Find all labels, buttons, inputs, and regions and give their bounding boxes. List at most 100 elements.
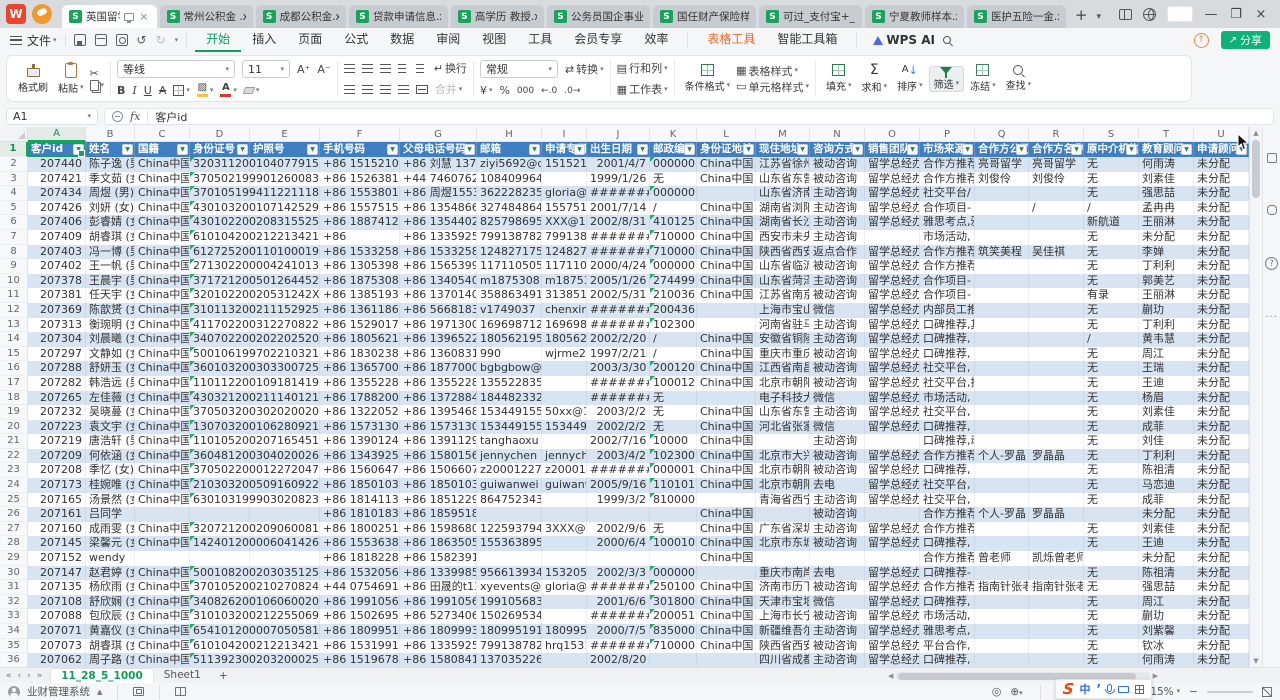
cell-B31[interactable]: 杨欣雨 (女 (86, 580, 135, 595)
cell-M7[interactable]: 西安市未央 (756, 230, 810, 245)
row-header-8[interactable]: 8 (0, 245, 28, 260)
header-cell-H1[interactable]: 邮箱▼ (477, 142, 542, 157)
cell-C3[interactable]: China中国 (135, 172, 190, 187)
cell-P30[interactable]: 口碑推荐- (920, 566, 975, 581)
scroll-right-icon[interactable]: ▶ (1153, 672, 1158, 680)
cell-H18[interactable]: 18448233200000@qq (477, 391, 542, 406)
cell-C13[interactable]: China中国 (135, 318, 190, 333)
cell-S17[interactable]: 无 (1084, 376, 1139, 391)
cell-P11[interactable]: 合作项目- (920, 288, 975, 303)
cell-R14[interactable] (1029, 332, 1084, 347)
cell-T15[interactable]: 周江 (1139, 347, 1194, 362)
cell-L10[interactable]: China中国 (697, 274, 756, 289)
cell-S12[interactable]: 无 (1084, 303, 1139, 318)
cell-H30[interactable]: 956613934 (477, 566, 542, 581)
cell-Q28[interactable] (975, 536, 1029, 551)
cell-Q8[interactable]: 筑笑美程 (975, 245, 1029, 260)
cell-T10[interactable]: 郭美艺 (1139, 274, 1194, 289)
cell-S3[interactable]: 无 (1084, 172, 1139, 187)
status-tool-icon[interactable] (133, 687, 144, 696)
cell-K10[interactable]: 274499 (650, 274, 697, 289)
cell-L32[interactable]: China中国 (697, 595, 756, 610)
cell-S2[interactable]: 无 (1084, 157, 1139, 172)
cell-I7[interactable]: 799138782 (542, 230, 587, 245)
cell-S19[interactable]: 无 (1084, 405, 1139, 420)
menu-tab-工具[interactable]: 工具 (517, 28, 563, 52)
cell-L3[interactable]: China中国 (697, 172, 756, 187)
cell-Q19[interactable] (975, 405, 1029, 420)
cell-L25[interactable] (697, 493, 756, 508)
cell-I5[interactable]: 155751588 (542, 201, 587, 216)
cell-N18[interactable]: 微信 (810, 391, 865, 406)
cell-Q22[interactable]: 个人-罗晶 (975, 449, 1029, 464)
cell-N30[interactable]: 去电 (810, 566, 865, 581)
filter-dropdown-icon[interactable]: ▼ (237, 144, 248, 155)
filter-dropdown-icon[interactable]: ▼ (122, 144, 133, 155)
cell-U14[interactable]: 未分配 (1194, 332, 1249, 347)
cell-G18[interactable]: +86 1372884680 (400, 391, 477, 406)
cell-U27[interactable]: 未分配 (1194, 522, 1249, 537)
cell-P19[interactable]: 社交平台, (920, 405, 975, 420)
first-sheet-icon[interactable]: « (6, 671, 12, 681)
cell-P12[interactable]: 内部员工推荐 (920, 303, 975, 318)
cell-G12[interactable]: +86 56681836 (400, 303, 477, 318)
cell-L11[interactable]: China中国 (697, 288, 756, 303)
cell-D28[interactable]: 142401200006041426 (190, 536, 250, 551)
cell-B13[interactable]: 衡琬明 (女 (86, 318, 135, 333)
cell-Q34[interactable] (975, 624, 1029, 639)
cell-F6[interactable]: +86 18874129 (320, 215, 400, 230)
cell-T7[interactable]: 未分配 (1139, 230, 1194, 245)
cell-B35[interactable]: 胡睿琪 (女 (86, 639, 135, 654)
increase-indent-button[interactable] (416, 64, 427, 73)
scroll-down-icon[interactable]: ▼ (1253, 657, 1258, 665)
cell-O34[interactable]: 留学总经办 (865, 624, 920, 639)
cell-L9[interactable]: China中国 (697, 259, 756, 274)
cell-R5[interactable]: / (1029, 201, 1084, 216)
row-header-12[interactable]: 12 (0, 303, 28, 318)
cell-Q21[interactable] (975, 434, 1029, 449)
cell-T28[interactable]: 王迪 (1139, 536, 1194, 551)
cell-A21[interactable]: 207219 (28, 434, 86, 449)
cell-F15[interactable]: +86 18302388 (320, 347, 400, 362)
cell-Q6[interactable] (975, 215, 1029, 230)
cell-R7[interactable] (1029, 230, 1084, 245)
cell-S14[interactable]: / (1084, 332, 1139, 347)
row-header-23[interactable]: 23 (0, 463, 28, 478)
fill-button[interactable]: 填充▾ (822, 64, 856, 93)
cell-L2[interactable]: China中国 (697, 157, 756, 172)
cell-D35[interactable]: 610104200212213421 (190, 639, 250, 654)
cell-G17[interactable]: +86 1355228343 (400, 376, 477, 391)
cell-O29[interactable] (865, 551, 920, 566)
cell-Q11[interactable] (975, 288, 1029, 303)
formula-input[interactable]: 客户id (155, 109, 187, 125)
menu-tab-视图[interactable]: 视图 (471, 28, 517, 52)
cell-D31[interactable]: 370105200210270824 (190, 580, 250, 595)
cell-I13[interactable]: 169698712 (542, 318, 587, 333)
cell-R24[interactable] (1029, 478, 1084, 493)
increase-decimal-button[interactable]: ←.0 (541, 86, 557, 96)
cell-A19[interactable]: 207232 (28, 405, 86, 420)
cell-T5[interactable]: 孟冉冉 (1139, 201, 1194, 216)
ime-mic-icon[interactable] (1107, 684, 1112, 692)
cell-S18[interactable]: 无 (1084, 391, 1139, 406)
cell-F11[interactable]: +86 13851932 (320, 288, 400, 303)
cell-K27[interactable]: 无 (650, 522, 697, 537)
cell-J27[interactable]: 2002/9/6 (587, 522, 650, 537)
cell-Q33[interactable] (975, 609, 1029, 624)
wps-logo-icon[interactable]: W (6, 4, 26, 24)
cell-L17[interactable]: China中国 (697, 376, 756, 391)
row-header-22[interactable]: 22 (0, 449, 28, 464)
cell-D16[interactable]: 360103200303300725 (190, 361, 250, 376)
header-cell-J1[interactable]: 出生日期▼ (587, 142, 650, 157)
cell-D21[interactable]: 110105200207165451 (190, 434, 250, 449)
header-cell-C1[interactable]: 国籍▼ (135, 142, 190, 157)
cell-C23[interactable]: China中国 (135, 463, 190, 478)
cell-B9[interactable]: 王一帆 (男 (86, 259, 135, 274)
menu-tab-页面[interactable]: 页面 (287, 28, 333, 52)
cell-O15[interactable]: 留学总经办 (865, 347, 920, 362)
paste-button[interactable]: 粘贴▾ (54, 63, 88, 95)
cell-U6[interactable]: 未分配 (1194, 215, 1249, 230)
cell-F35[interactable]: +86 15319918 (320, 639, 400, 654)
cell-F18[interactable]: +86 17882007 (320, 391, 400, 406)
cell-A33[interactable]: 207088 (28, 609, 86, 624)
